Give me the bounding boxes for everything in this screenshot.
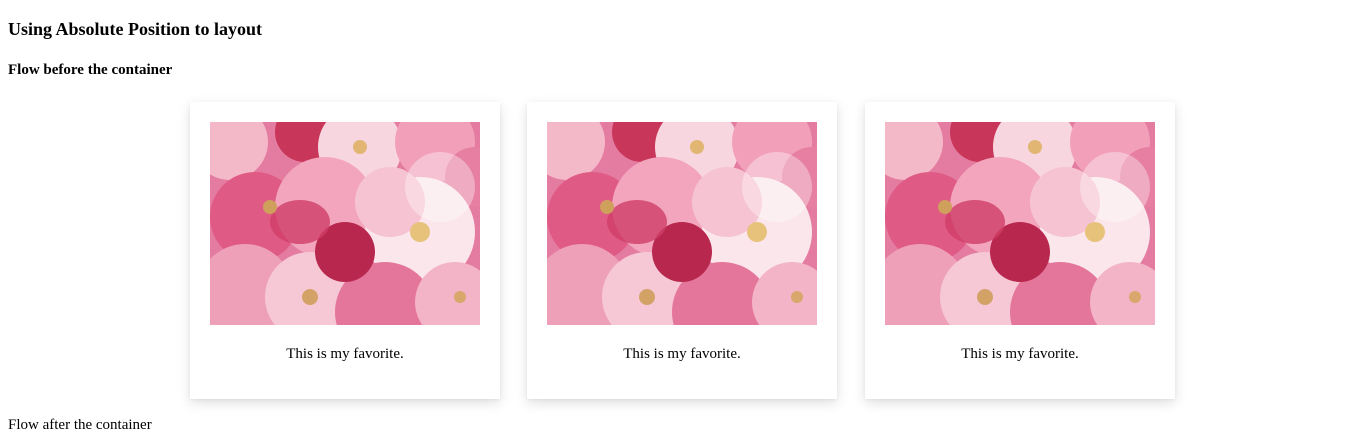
flow-after-text: Flow after the container	[8, 417, 152, 433]
photo-card: This is my favorite.	[865, 102, 1175, 399]
photo-card: This is my favorite.	[527, 102, 837, 399]
card-caption: This is my favorite.	[286, 346, 404, 362]
flower-photo	[885, 122, 1155, 325]
card-container: This is my favorite. This is my favorite…	[0, 102, 1364, 399]
photo-card: This is my favorite.	[190, 102, 500, 399]
card-caption: This is my favorite.	[623, 346, 741, 362]
card-caption: This is my favorite.	[961, 346, 1079, 362]
page-title: Using Absolute Position to layout	[8, 19, 263, 39]
flower-photo	[547, 122, 817, 325]
flow-before-text: Flow before the container	[8, 62, 173, 78]
flower-photo	[210, 122, 480, 325]
